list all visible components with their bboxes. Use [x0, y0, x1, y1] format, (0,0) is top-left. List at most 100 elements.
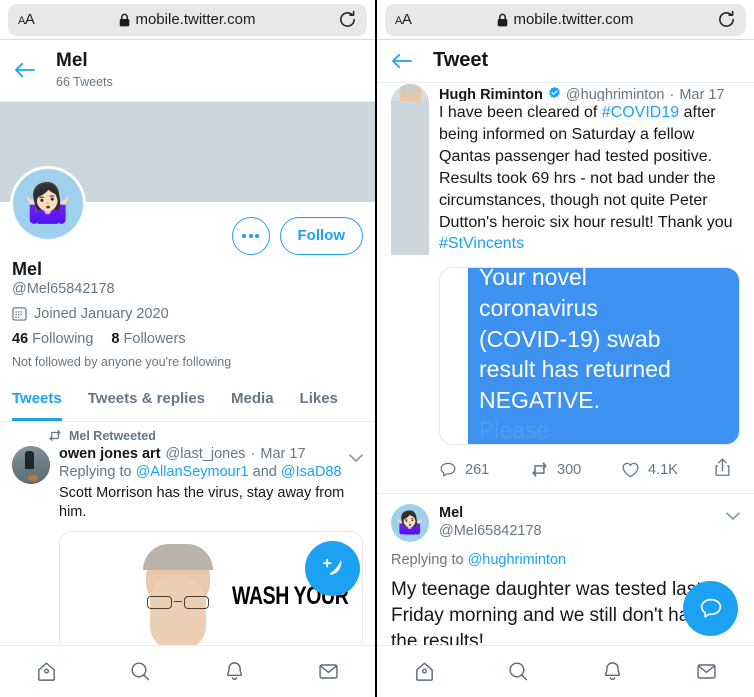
retweet-context-label: Mel Retweeted	[69, 428, 156, 443]
calendar-icon	[12, 307, 27, 321]
reply-target-handle[interactable]: @hughriminton	[468, 552, 567, 568]
reply-icon	[440, 462, 456, 477]
timeline-tweet-author-handle[interactable]: @last_jones	[166, 446, 246, 462]
timeline-tweet-text: Scott Morrison has the virus, stay away …	[59, 485, 345, 521]
more-options-button[interactable]	[231, 216, 270, 255]
retweet-context-row: Mel Retweeted	[48, 429, 363, 443]
reply-tweet-author-handle[interactable]: @Mel65842178	[439, 522, 542, 541]
search-icon[interactable]	[117, 652, 165, 692]
detail-tweet-author-name[interactable]: Hugh Riminton	[439, 87, 543, 101]
chevron-down-icon[interactable]	[726, 508, 740, 526]
followers-stat[interactable]: 8 Followers	[111, 331, 185, 347]
tweet-count: 66 Tweets	[56, 74, 113, 89]
share-icon	[715, 458, 730, 477]
timeline-tweet-author-name[interactable]: owen jones art	[59, 446, 161, 462]
page-title: Tweet	[433, 49, 489, 71]
timeline-tweet-content: owen jones art @last_jones · Mar 17 Repl…	[59, 446, 363, 523]
notifications-icon[interactable]	[210, 652, 258, 692]
detail-tweet-separator: ·	[669, 87, 675, 101]
timeline-tweet[interactable]: Mel Retweeted owen jones art @last_jones…	[0, 422, 375, 645]
retweet-stat[interactable]: 300	[530, 461, 621, 478]
tab-tweets[interactable]: Tweets	[12, 380, 62, 421]
reply-tweet-names: Mel @Mel65842178	[439, 504, 542, 541]
profile-header-titles: Mel 66 Tweets	[56, 49, 113, 91]
timeline-tweet-replying-to: Replying to @AllanSeymour1 and @IsaD88	[59, 463, 363, 483]
reply-tweet-replying-to: Replying to @hughriminton	[391, 552, 740, 568]
avatar[interactable]: 🤷🏻‍♀️	[10, 165, 86, 242]
ellipsis-icon	[242, 233, 259, 238]
compose-tweet-button[interactable]	[305, 541, 360, 596]
hashtag-stvincents[interactable]: #StVincents	[439, 235, 524, 252]
reload-icon[interactable]	[717, 10, 736, 29]
avatar-photo-figure	[25, 450, 34, 469]
timeline-tweet-name-line: owen jones art @last_jones · Mar 17	[59, 446, 363, 462]
text-size-icon[interactable]: AA	[395, 12, 412, 27]
replying-prefix: Replying to	[59, 463, 136, 480]
url-pill-right[interactable]: AA mobile.twitter.com	[385, 3, 746, 36]
reply-tweet-avatar[interactable]: 🤷🏻‍♀️	[391, 504, 429, 543]
detail-tweet-media-card[interactable]: Your novel coronavirus (COVID-19) swab r…	[439, 267, 740, 446]
tweet-detail-scroll-area: Hugh Riminton @hughriminton · Mar 17 I h…	[377, 83, 754, 645]
search-icon[interactable]	[494, 652, 542, 692]
following-stat[interactable]: 46 Following	[12, 331, 93, 347]
profile-display-name: Mel	[12, 258, 43, 279]
glasses-icon	[145, 595, 211, 609]
media-person-illustration	[132, 543, 224, 645]
covid-line-6: Please	[479, 417, 550, 444]
detail-tweet-header-clipped: Hugh Riminton @hughriminton · Mar 17	[391, 84, 740, 101]
dual-screenshot-container: AA mobile.twitter.com	[0, 0, 754, 697]
reply-tweet-author-name[interactable]: Mel	[439, 504, 542, 522]
not-followed-note: Not followed by anyone you're following	[12, 354, 232, 369]
retweet-count: 300	[557, 461, 582, 478]
text-size-icon[interactable]: AA	[18, 12, 35, 27]
tab-tweets-and-replies[interactable]: Tweets & replies	[88, 380, 205, 421]
followers-label: Followers	[123, 330, 186, 347]
url-center-right: mobile.twitter.com	[385, 11, 746, 28]
reply-tweet-header: 🤷🏻‍♀️ Mel @Mel65842178	[391, 504, 740, 543]
timeline-tweet-avatar[interactable]	[12, 445, 50, 484]
bottom-navigation-left	[0, 645, 375, 697]
verified-badge-icon	[549, 86, 560, 99]
covid-line-1: Your novel	[479, 267, 587, 291]
right-panel-tweet-detail: AA mobile.twitter.com Tweet Hugh Riminto…	[377, 0, 754, 697]
follow-button[interactable]: Follow	[279, 216, 363, 255]
tab-media[interactable]: Media	[231, 380, 274, 421]
covid-result-image: Your novel coronavirus (COVID-19) swab r…	[468, 267, 739, 445]
reload-icon[interactable]	[338, 10, 357, 29]
timeline-tweet-separator: ·	[250, 445, 256, 462]
detail-tweet-author-handle[interactable]: @hughriminton	[566, 87, 665, 101]
detail-tweet-date: Mar 17	[679, 87, 725, 101]
messages-icon[interactable]	[683, 652, 731, 692]
back-arrow-icon[interactable]	[14, 61, 36, 79]
replying-handle-1[interactable]: @AllanSeymour1	[136, 464, 249, 480]
profile-header-bar: Mel 66 Tweets	[0, 40, 375, 102]
messages-icon[interactable]	[304, 652, 352, 692]
retweet-icon	[49, 430, 61, 441]
tab-likes[interactable]: Likes	[300, 380, 338, 421]
covid-line-4: result has returned	[479, 356, 671, 383]
reply-tweet-button[interactable]	[683, 581, 738, 636]
profile-stats: 46 Following 8 Followers	[12, 331, 363, 347]
page-title: Mel	[56, 50, 88, 71]
detail-tweet-engagement-bar: 261 300 4.1K	[391, 445, 740, 493]
hashtag-covid19[interactable]: #COVID19	[602, 104, 679, 121]
lock-icon	[498, 13, 508, 26]
back-arrow-icon[interactable]	[391, 52, 413, 70]
chevron-down-icon[interactable]	[349, 450, 363, 468]
detail-text-part-1: I have been cleared of	[439, 104, 602, 121]
url-center-left: mobile.twitter.com	[8, 11, 367, 28]
detail-tweet-avatar[interactable]	[391, 84, 429, 101]
joined-row: Joined January 2020	[12, 306, 363, 322]
detail-tweet-text: I have been cleared of #COVID19 after be…	[439, 101, 740, 255]
share-button[interactable]	[713, 457, 732, 482]
url-pill-left[interactable]: AA mobile.twitter.com	[8, 3, 367, 36]
covid-line-3: (COVID-19) swab	[479, 325, 661, 352]
replying-handle-2[interactable]: @IsaD88	[281, 464, 342, 480]
reply-stat[interactable]: 261	[439, 461, 530, 479]
home-icon[interactable]	[23, 652, 71, 692]
timeline-tweet-date[interactable]: Mar 17	[260, 446, 305, 462]
notifications-icon[interactable]	[589, 652, 637, 692]
home-icon[interactable]	[400, 652, 448, 692]
like-stat[interactable]: 4.1K	[621, 461, 712, 479]
profile-tabs: Tweets Tweets & replies Media Likes	[0, 380, 375, 422]
